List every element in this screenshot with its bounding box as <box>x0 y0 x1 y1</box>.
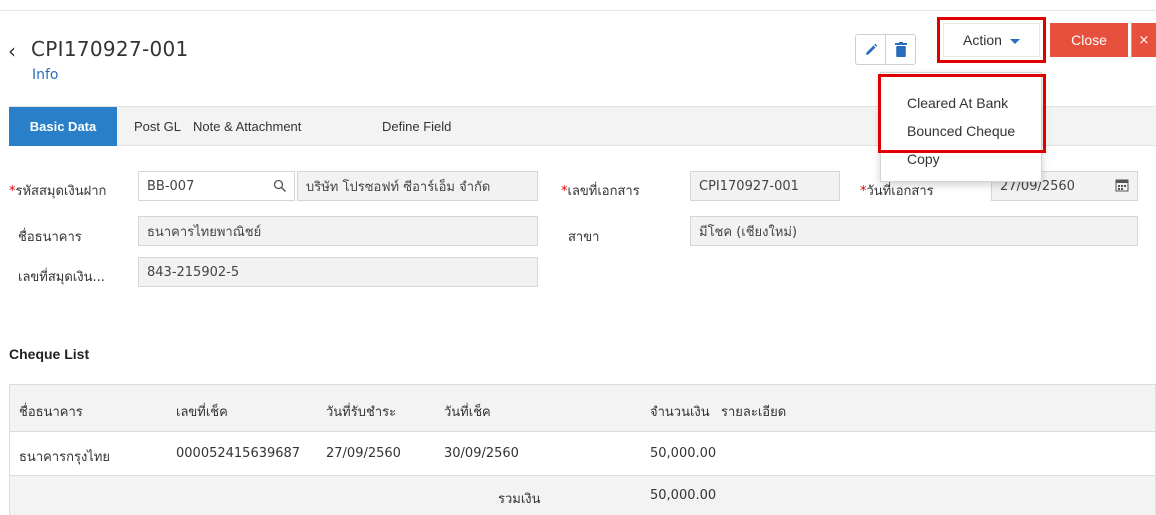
pencil-icon <box>865 43 877 55</box>
trash-icon <box>894 42 907 57</box>
doc-no-label: *เลขที่เอกสาร <box>561 184 640 199</box>
bank-book-code-value: BB-007 <box>147 178 195 194</box>
delete-button[interactable] <box>885 34 916 65</box>
tab-basic-data[interactable]: Basic Data <box>9 107 117 146</box>
cheque-list-title: Cheque List <box>9 346 90 362</box>
cell-amount: 50,000.00 <box>650 446 717 461</box>
tab-note-attachment[interactable]: Note & Attachment <box>193 107 301 146</box>
table-row[interactable]: ธนาคารกรุงไทย 000052415639687 27/09/2560… <box>9 432 1156 476</box>
table-footer: รวมเงิน 50,000.00 <box>9 476 1156 515</box>
bank-name-value: ธนาคารไทยพาณิชย์ <box>147 224 262 240</box>
tab-define-field[interactable]: Define Field <box>382 107 451 146</box>
search-icon[interactable] <box>273 179 287 193</box>
cell-cheque-no: 000052415639687 <box>176 446 301 461</box>
company-value: บริษัท โปรซอฟท์ ซีอาร์เอ็ม จำกัด <box>306 179 491 195</box>
account-no-field: 843-215902-5 <box>138 257 538 287</box>
bank-book-code-label: *รหัสสมุดเงินฝาก <box>9 184 107 199</box>
col-bank-name[interactable]: ชื่อธนาคาร <box>19 401 83 422</box>
edit-button[interactable] <box>855 34 886 65</box>
cell-cheque-date: 30/09/2560 <box>444 446 519 461</box>
table-header: ชื่อธนาคาร เลขที่เช็ค วันที่รับชำระ วันท… <box>9 384 1156 432</box>
total-label: รวมเงิน <box>498 492 541 507</box>
doc-date-label: *วันที่เอกสาร <box>860 184 934 199</box>
branch-field: มีโชค (เชียงใหม่) <box>690 216 1138 246</box>
bank-book-code-field[interactable]: BB-007 <box>138 171 295 201</box>
action-button[interactable]: Action <box>943 23 1040 57</box>
account-no-label: เลขที่สมุดเงิน... <box>18 270 105 285</box>
action-label: Action <box>963 32 1002 48</box>
cheque-table: ชื่อธนาคาร เลขที่เช็ค วันที่รับชำระ วันท… <box>9 384 1156 515</box>
caret-down-icon <box>1009 38 1020 44</box>
branch-value: มีโชค (เชียงใหม่) <box>699 224 798 240</box>
menu-item-copy[interactable]: Copy <box>907 151 940 167</box>
col-cheque-date[interactable]: วันที่เช็ค <box>444 401 491 422</box>
bank-name-label: ชื่อธนาคาร <box>18 230 82 245</box>
branch-label: สาขา <box>568 230 600 245</box>
doc-no-field: CPI170927-001 <box>690 171 840 201</box>
col-description[interactable]: รายละเอียด <box>721 401 786 422</box>
cell-received-date: 27/09/2560 <box>326 446 401 461</box>
cell-bank-name: ธนาคารกรุงไทย <box>19 450 111 465</box>
close-button[interactable]: Close <box>1050 23 1128 57</box>
chevron-left-icon[interactable]: ‹ <box>8 41 16 61</box>
bank-name-field: ธนาคารไทยพาณิชย์ <box>138 216 538 246</box>
col-amount[interactable]: จำนวนเงิน <box>650 401 710 422</box>
info-link[interactable]: Info <box>32 67 59 83</box>
tab-post-gl[interactable]: Post GL <box>134 107 181 146</box>
calendar-icon[interactable] <box>1115 178 1129 192</box>
doc-no-value: CPI170927-001 <box>699 178 799 194</box>
company-field: บริษัท โปรซอฟท์ ซีอาร์เอ็ม จำกัด <box>297 171 538 201</box>
account-no-value: 843-215902-5 <box>147 264 240 280</box>
menu-highlight-box <box>878 74 1046 153</box>
col-received-date[interactable]: วันที่รับชำระ <box>326 401 396 422</box>
close-x-icon[interactable]: × <box>1131 23 1156 57</box>
page-title: CPI170927-001 <box>31 37 189 61</box>
total-value: 50,000.00 <box>650 488 717 503</box>
col-cheque-no[interactable]: เลขที่เช็ค <box>176 401 228 422</box>
